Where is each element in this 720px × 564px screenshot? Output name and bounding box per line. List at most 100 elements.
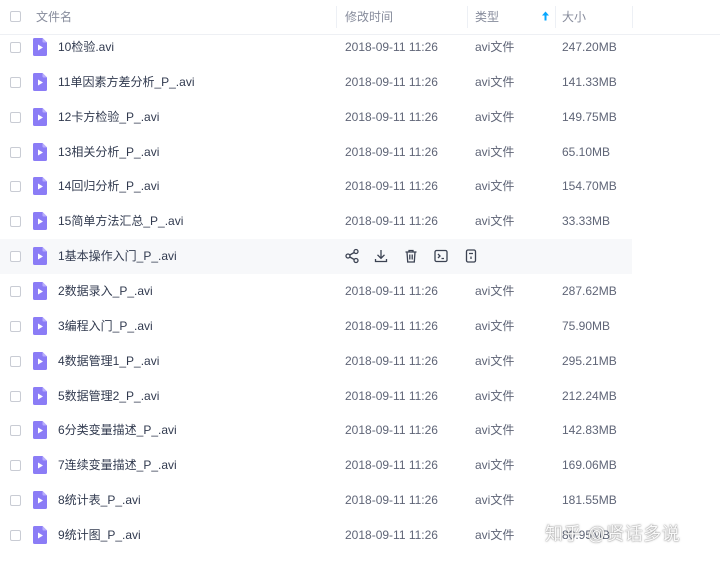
row-checkbox[interactable] [10,425,21,437]
video-file-icon [33,456,47,475]
file-row[interactable]: 10检验.avi 2018-09-11 11:26 avi文件 247.20MB [0,30,720,65]
file-size: 181.55MB [562,493,617,508]
row-checkbox[interactable] [10,146,21,158]
sort-ascending-arrow-icon[interactable] [541,0,550,34]
file-name[interactable]: 12卡方检验_P_.avi [58,100,159,135]
file-list: 10检验.avi 2018-09-11 11:26 avi文件 247.20MB 11单… [0,30,720,553]
file-size: 141.33MB [562,74,617,89]
row-checkbox[interactable] [10,460,21,472]
file-type: avi文件 [475,423,515,438]
share-icon[interactable] [344,248,360,264]
file-name[interactable]: 3编程入门_P_.avi [58,309,153,344]
video-file-icon [33,316,47,335]
row-checkbox[interactable] [10,530,21,542]
row-checkbox[interactable] [10,251,21,263]
file-row[interactable]: 14回归分析_P_.avi 2018-09-11 11:26 avi文件 154.70… [0,169,720,204]
file-modified-time: 2018-09-11 11:26 [345,318,438,333]
file-row[interactable]: 11单因素方差分析_P_.avi 2018-09-11 11:26 avi文件 141… [0,65,720,100]
file-name[interactable]: 5数据管理2_P_.avi [58,379,159,414]
file-size: 247.20MB [562,40,617,54]
video-file-icon [33,351,47,370]
watermark: 知乎 @贤话多说 [545,524,681,544]
file-type: avi文件 [475,214,515,229]
video-file-icon [33,142,47,161]
file-size: 149.75MB [562,109,617,124]
file-name[interactable]: 15简单方法汇总_P_.avi [58,204,183,239]
file-type: avi文件 [475,318,515,333]
file-modified-time: 2018-09-11 11:26 [345,284,438,299]
file-type: avi文件 [475,74,515,89]
file-row[interactable]: 6分类变量描述_P_.avi 2018-09-11 11:26 avi文件 142.8… [0,413,720,448]
file-name[interactable]: 13相关分析_P_.avi [58,135,159,170]
column-header-modified[interactable]: 修改时间 [345,0,393,34]
row-checkbox[interactable] [10,216,21,228]
download-icon[interactable] [373,248,389,264]
file-size: 33.33MB [562,214,611,229]
delete-icon[interactable] [403,248,419,264]
column-header-name[interactable]: 文件名 [36,0,72,34]
file-type: avi文件 [475,284,515,299]
video-file-icon [33,421,47,440]
file-name[interactable]: 1基本操作入门_P_.avi [58,239,177,274]
row-checkbox[interactable] [10,355,21,367]
file-name[interactable]: 4数据管理1_P_.avi [58,344,159,379]
video-file-icon [33,107,47,126]
file-name[interactable]: 6分类变量描述_P_.avi [58,413,177,448]
file-modified-time: 2018-09-11 11:26 [345,109,438,124]
file-row[interactable]: 12卡方检验_P_.avi 2018-09-11 11:26 avi文件 149.75… [0,100,720,135]
file-modified-time: 2018-09-11 11:26 [345,40,438,54]
file-type: avi文件 [475,493,515,508]
file-name[interactable]: 14回归分析_P_.avi [58,169,159,204]
file-row[interactable]: 5数据管理2_P_.avi 2018-09-11 11:26 avi文件 212.24… [0,379,720,414]
open-in-terminal-icon[interactable] [433,248,449,264]
file-size: 169.06MB [562,458,617,473]
file-size: 154.70MB [562,179,617,194]
file-type: avi文件 [475,353,515,368]
row-checkbox[interactable] [10,181,21,193]
file-row[interactable]: 8统计表_P_.avi 2018-09-11 11:26 avi文件 181.55MB [0,483,720,518]
row-checkbox[interactable] [10,495,21,507]
row-checkbox[interactable] [10,320,21,332]
file-row[interactable]: 15简单方法汇总_P_.avi 2018-09-11 11:26 avi文件 33.3… [0,204,720,239]
select-all-checkbox[interactable] [10,11,21,22]
row-checkbox[interactable] [10,42,21,53]
video-file-icon [33,247,47,266]
file-row[interactable]: 13相关分析_P_.avi 2018-09-11 11:26 avi文件 65.10M… [0,135,720,170]
file-size: 65.10MB [562,144,611,159]
file-modified-time: 2018-09-11 11:26 [345,353,438,368]
video-file-icon [33,212,47,231]
row-checkbox[interactable] [10,76,21,88]
video-file-icon [33,72,47,91]
row-checkbox[interactable] [10,111,21,123]
file-type: avi文件 [475,109,515,124]
file-type: avi文件 [475,144,515,159]
more-info-icon[interactable] [463,248,479,264]
file-name[interactable]: 9统计图_P_.avi [58,518,141,553]
file-modified-time: 2018-09-11 11:26 [345,528,438,543]
file-modified-time: 2018-09-11 11:26 [345,214,438,229]
row-checkbox[interactable] [10,390,21,402]
file-size: 142.83MB [562,423,617,438]
file-name[interactable]: 2数据录入_P_.avi [58,274,153,309]
file-type: avi文件 [475,388,515,403]
file-row[interactable]: 4数据管理1_P_.avi 2018-09-11 11:26 avi文件 295.21… [0,344,720,379]
video-file-icon [33,38,47,56]
column-header-type[interactable]: 类型 [475,0,499,34]
file-type: avi文件 [475,40,515,54]
file-name[interactable]: 10检验.avi [58,30,114,65]
video-file-icon [33,386,47,405]
file-row[interactable]: 2数据录入_P_.avi 2018-09-11 11:26 avi文件 287.62M… [0,274,720,309]
file-type: avi文件 [475,179,515,194]
file-row[interactable]: 7连续变量描述_P_.avi 2018-09-11 11:26 avi文件 169.0… [0,448,720,483]
file-modified-time: 2018-09-11 11:26 [345,74,438,89]
file-name[interactable]: 7连续变量描述_P_.avi [58,448,177,483]
file-size: 75.90MB [562,318,611,333]
file-name[interactable]: 11单因素方差分析_P_.avi [58,65,194,100]
file-modified-time: 2018-09-11 11:26 [345,458,438,473]
file-modified-time: 2018-09-11 11:26 [345,493,438,508]
row-checkbox[interactable] [10,286,21,298]
file-row[interactable]: 3编程入门_P_.avi 2018-09-11 11:26 avi文件 75.90MB [0,309,720,344]
column-header-size[interactable]: 大小 [562,0,586,34]
file-row[interactable]: 1基本操作入门_P_.avi [0,239,720,275]
file-name[interactable]: 8统计表_P_.avi [58,483,141,518]
